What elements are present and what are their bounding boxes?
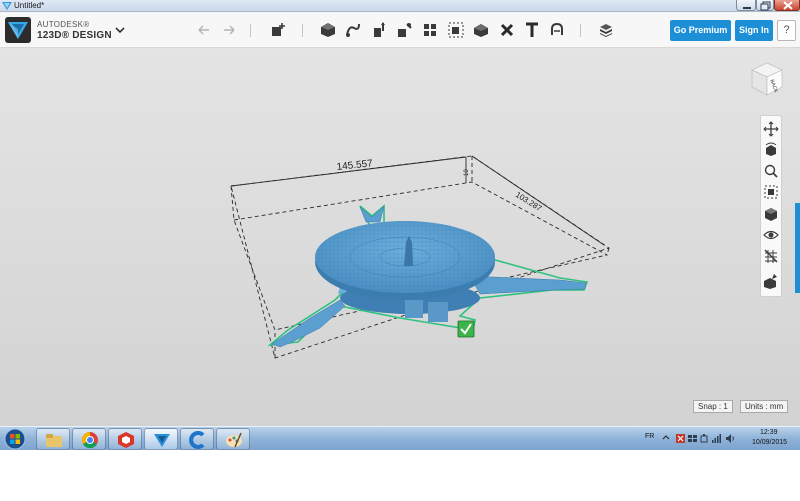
clock-date[interactable]: 10/09/2015 <box>752 439 787 446</box>
snap-setting[interactable]: Snap : 1 <box>693 400 733 413</box>
material-view-icon[interactable] <box>763 273 779 289</box>
taskbar-123d-design[interactable] <box>144 428 178 450</box>
combine-icon[interactable] <box>473 22 489 38</box>
dimension-length-label[interactable]: 145.557 <box>336 158 374 173</box>
taskbar-chrome[interactable] <box>72 428 106 450</box>
units-setting[interactable]: Units : mm <box>740 400 789 413</box>
group-icon[interactable] <box>448 22 464 38</box>
view-mode-icon[interactable] <box>763 206 779 222</box>
orbit-icon[interactable] <box>763 142 779 158</box>
window-title-bar: Untitled* <box>0 0 800 12</box>
minimize-icon <box>743 7 751 9</box>
maximize-button[interactable] <box>756 0 774 11</box>
language-indicator[interactable]: FR <box>645 433 654 440</box>
construct-icon[interactable] <box>371 22 387 38</box>
go-premium-button[interactable]: Go Premium <box>670 20 731 41</box>
main-toolbar: AUTODESK® 123D® DESIGN Go Premium Sign I… <box>0 12 800 48</box>
hide-grid-icon[interactable] <box>763 248 779 264</box>
autodesk-brand: AUTODESK® <box>37 20 90 29</box>
add-object-icon[interactable] <box>270 22 286 38</box>
chrome-icon <box>81 431 98 449</box>
123d-logo-icon[interactable] <box>5 17 31 43</box>
help-button[interactable]: ? <box>777 20 796 41</box>
pattern-icon[interactable] <box>422 22 438 38</box>
scene-canvas[interactable]: 145.557 103.287 10 <box>0 48 800 426</box>
folder-icon <box>46 434 62 447</box>
taskbar-file-explorer[interactable] <box>36 428 70 450</box>
ccleaner-icon <box>189 431 205 449</box>
security-alert-icon[interactable] <box>676 434 685 443</box>
dimension-height-label[interactable]: 10 <box>464 169 470 176</box>
minimize-button[interactable] <box>736 0 756 11</box>
start-orb-icon[interactable] <box>3 428 27 450</box>
fit-icon[interactable] <box>763 184 779 200</box>
check-confirm-icon[interactable] <box>457 320 475 338</box>
viewcube-icon[interactable]: BACK <box>747 58 787 98</box>
tray-chevron-up-icon[interactable] <box>662 434 670 442</box>
material-icon[interactable] <box>598 22 614 38</box>
taskbar-ccleaner[interactable] <box>180 428 214 450</box>
side-panel-tab[interactable] <box>795 203 800 293</box>
3d-viewport[interactable]: 145.557 103.287 10 BACK Snap: 1 Units:… <box>0 48 800 426</box>
window-title: Untitled* <box>14 1 45 10</box>
toolbar-separator <box>580 24 581 37</box>
toolbar-separator <box>302 24 303 37</box>
sketchup-icon <box>118 432 134 448</box>
app-logo-icon <box>2 2 12 10</box>
taskbar-sketchup[interactable] <box>108 428 142 450</box>
screen: Untitled* AUTODESK® 123D® DESIGN Go Prem… <box>0 0 800 501</box>
navigation-bar <box>760 115 782 297</box>
close-icon <box>783 1 793 10</box>
action-center-icon[interactable] <box>688 434 697 443</box>
123d-design-icon <box>154 434 170 447</box>
sign-in-button[interactable]: Sign In <box>735 20 773 41</box>
chevron-down-icon[interactable] <box>114 25 126 35</box>
pan-icon[interactable] <box>763 121 779 137</box>
text-icon[interactable] <box>524 22 540 38</box>
close-button[interactable] <box>774 0 800 11</box>
volume-icon[interactable] <box>726 434 735 443</box>
clock-time[interactable]: 12:39 <box>760 429 778 436</box>
3d-model[interactable] <box>267 204 589 348</box>
power-icon[interactable] <box>700 434 709 443</box>
undo-icon[interactable] <box>196 22 212 38</box>
network-signal-icon[interactable] <box>712 434 721 443</box>
modify-icon[interactable] <box>396 22 412 38</box>
visibility-icon[interactable] <box>763 227 779 243</box>
primitives-icon[interactable] <box>320 22 336 38</box>
windows-taskbar: FR 12:39 10/09/2015 <box>0 426 800 450</box>
taskbar-paint[interactable] <box>216 428 250 450</box>
product-name: 123D® DESIGN <box>37 30 112 41</box>
redo-icon[interactable] <box>221 22 237 38</box>
sketch-icon[interactable] <box>345 22 361 38</box>
toolbar-separator <box>250 24 251 37</box>
paint-icon <box>226 432 242 448</box>
zoom-icon[interactable] <box>763 163 779 179</box>
measure-icon[interactable] <box>499 22 515 38</box>
restore-icon <box>760 1 771 11</box>
snap-icon[interactable] <box>549 22 565 38</box>
